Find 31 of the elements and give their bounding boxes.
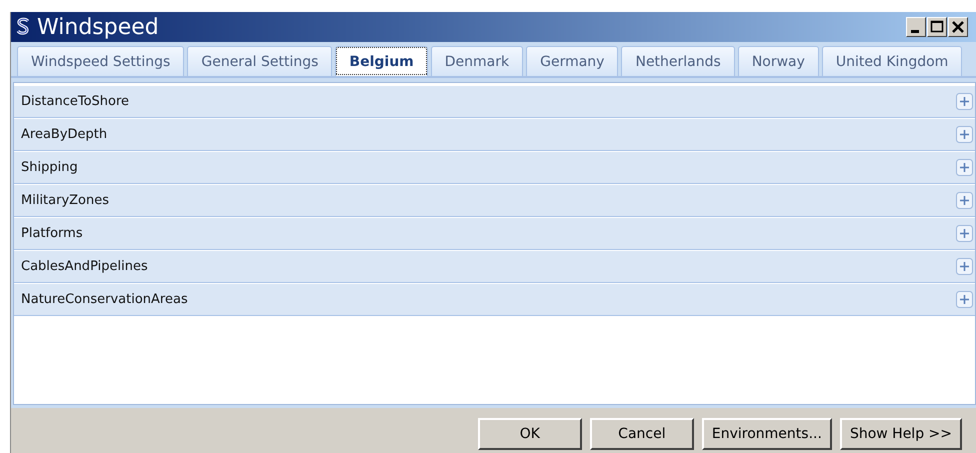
tab[interactable]: Denmark (430, 46, 524, 76)
close-icon[interactable] (948, 17, 968, 37)
tab[interactable]: Norway (738, 46, 819, 76)
tab[interactable]: Netherlands (621, 46, 735, 76)
section-label: CablesAndPipelines (20, 259, 149, 274)
section-label: MilitaryZones (20, 193, 110, 208)
tab[interactable]: Windspeed Settings (17, 46, 184, 76)
expand-icon[interactable] (956, 291, 973, 308)
window-title: Windspeed (37, 14, 160, 40)
expand-icon[interactable] (956, 225, 973, 242)
dialog-button[interactable]: Cancel (590, 418, 694, 450)
section-label: DistanceToShore (20, 94, 130, 109)
tab[interactable]: General Settings (187, 46, 332, 76)
section-label: AreaByDepth (20, 127, 108, 142)
dialog-button[interactable]: OK (478, 418, 582, 450)
dialog-button[interactable]: Show Help >> (840, 418, 962, 450)
section-label: Platforms (20, 226, 84, 241)
tab[interactable]: Germany (526, 46, 618, 76)
section-label: NatureConservationAreas (20, 292, 189, 307)
tab[interactable]: Belgium (335, 46, 428, 76)
expand-icon[interactable] (956, 93, 973, 110)
expand-icon[interactable] (956, 258, 973, 275)
minimize-icon[interactable] (906, 17, 926, 37)
expand-icon[interactable] (956, 126, 973, 143)
tab[interactable]: United Kingdom (822, 46, 962, 76)
maximize-icon[interactable] (927, 17, 947, 37)
expand-icon[interactable] (956, 192, 973, 209)
app-icon (15, 17, 31, 37)
dialog-button[interactable]: Environments... (702, 418, 832, 450)
expand-icon[interactable] (956, 159, 973, 176)
section-label: Shipping (20, 160, 79, 175)
